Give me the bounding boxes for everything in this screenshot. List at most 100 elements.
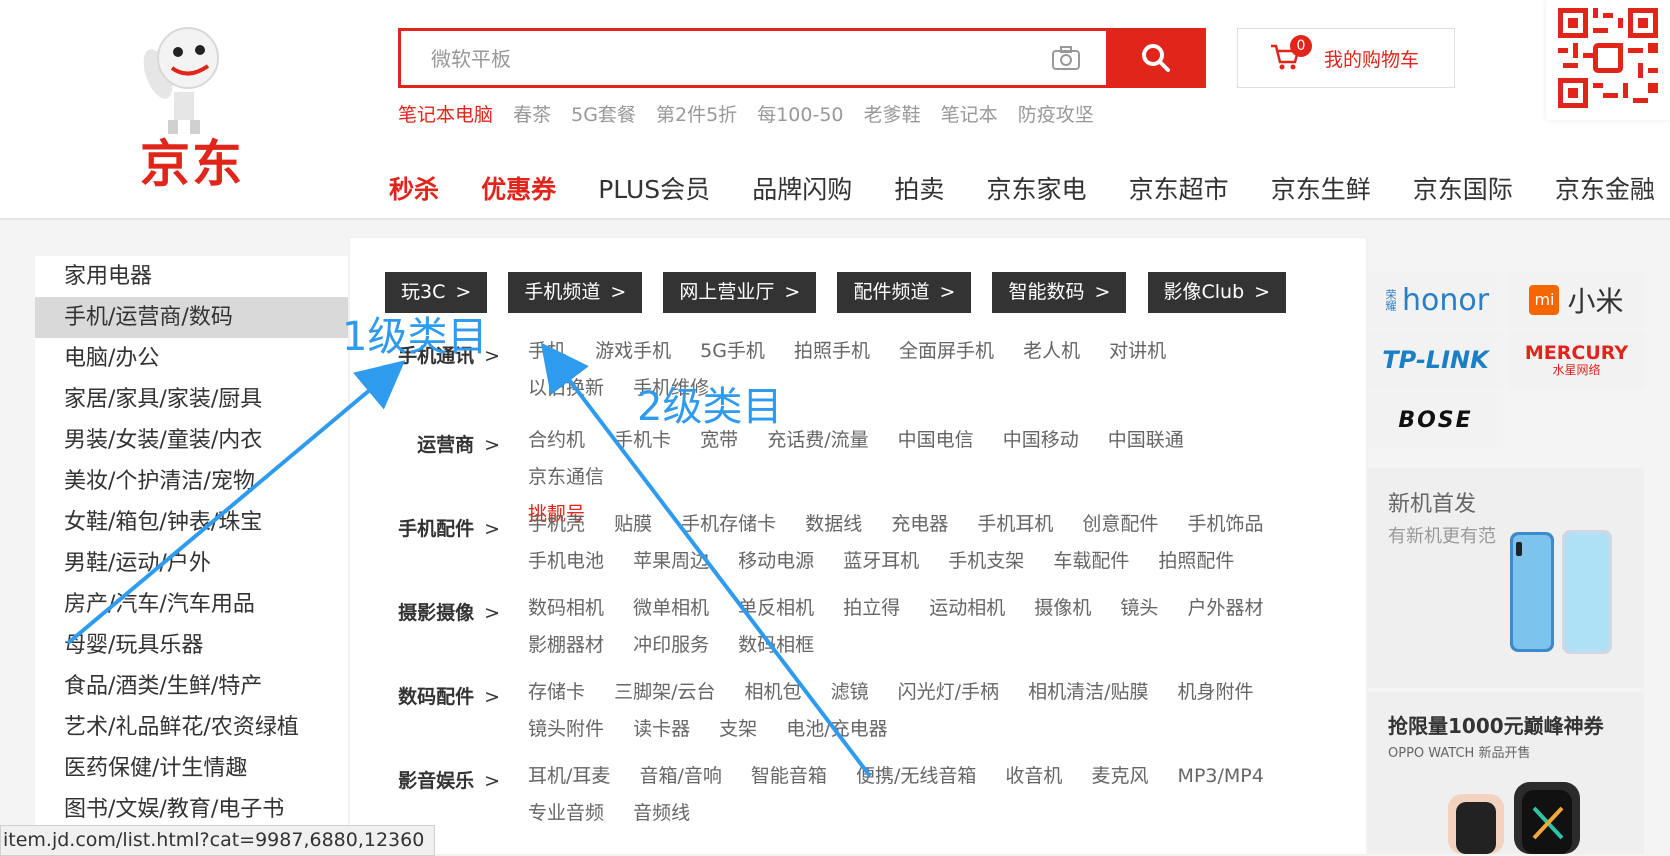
subcategory-link[interactable]: 游戏手机 [595, 340, 671, 362]
subcategory-link[interactable]: 收音机 [1005, 765, 1062, 787]
subcategory-link[interactable]: 中国电信 [898, 429, 974, 451]
subcategory-link[interactable]: 存储卡 [528, 681, 585, 703]
promo-banner-oppo-watch[interactable]: 抢限量1000元巅峰神券 OPPO WATCH 新品开售 [1368, 692, 1644, 854]
subcategory-link[interactable]: MP3/MP4 [1178, 765, 1264, 787]
subcategory-link[interactable]: 拍立得 [843, 597, 900, 619]
promo-banner-new-phone[interactable]: 新机首发 有新机更有范 [1368, 468, 1644, 688]
subcategory-link[interactable]: 车载配件 [1053, 550, 1129, 572]
subcategory-link[interactable]: 摄像机 [1034, 597, 1091, 619]
camera-icon[interactable] [1051, 45, 1081, 71]
subcategory-link[interactable]: 手机电池 [528, 550, 604, 572]
subcategory-link[interactable]: 手机支架 [948, 550, 1024, 572]
subcategory-link[interactable]: 创意配件 [1082, 513, 1158, 535]
hot-word[interactable]: 春茶 [513, 104, 551, 126]
subcategory-link[interactable]: 音频线 [633, 802, 690, 824]
search-button[interactable] [1106, 28, 1206, 88]
subcategory-link[interactable]: 滤镜 [831, 681, 869, 703]
subcategory-link[interactable]: 充话费/流量 [767, 429, 868, 451]
hot-word[interactable]: 笔记本电脑 [398, 104, 493, 126]
subcategory-link[interactable]: 音箱/音响 [639, 765, 721, 787]
subcategory-link[interactable]: 合约机 [528, 429, 585, 451]
subcategory-link[interactable]: 老人机 [1023, 340, 1080, 362]
channel-tab[interactable]: 网上营业厅 > [663, 272, 817, 313]
subcategory-link[interactable]: 中国移动 [1003, 429, 1079, 451]
nav-item-appliances[interactable]: 京东家电 [986, 175, 1086, 204]
subcategory-link[interactable]: 手机壳 [528, 513, 585, 535]
nav-item-seckill[interactable]: 秒杀 [389, 175, 439, 204]
brand-logo-xiaomi[interactable]: mi 小米 [1509, 272, 1644, 328]
sidebar-item[interactable]: 电脑/办公 [35, 338, 348, 379]
hot-word[interactable]: 笔记本 [941, 104, 998, 126]
subcategory-link[interactable]: 镜头 [1120, 597, 1158, 619]
subcategory-link[interactable]: 数据线 [805, 513, 862, 535]
nav-item-finance[interactable]: 京东金融 [1555, 175, 1655, 204]
subcategory-link[interactable]: 充电器 [891, 513, 948, 535]
brand-logo-tplink[interactable]: TP-LINK [1368, 332, 1503, 388]
subcategory-link[interactable]: 拍照手机 [794, 340, 870, 362]
sidebar-item[interactable]: 母婴/玩具乐器 [35, 625, 348, 666]
subcategory-link[interactable]: 冲印服务 [633, 634, 709, 656]
nav-item-coupon[interactable]: 优惠券 [481, 175, 556, 204]
subcategory-link[interactable]: 手机饰品 [1187, 513, 1263, 535]
subcategory-link[interactable]: 中国联通 [1108, 429, 1184, 451]
nav-item-auction[interactable]: 拍卖 [894, 175, 944, 204]
sidebar-item[interactable]: 美妆/个护清洁/宠物 [35, 461, 348, 502]
brand-logo-honor[interactable]: 荣耀 honor [1368, 272, 1503, 328]
subcategory-link[interactable]: 贴膜 [614, 513, 652, 535]
sidebar-item[interactable]: 家用电器 [35, 256, 348, 297]
subcategory-link[interactable]: 蓝牙耳机 [843, 550, 919, 572]
channel-tab[interactable]: 智能数码 > [992, 272, 1127, 313]
subcategory-link[interactable]: 苹果周边 [633, 550, 709, 572]
subcategory-link[interactable]: 闪光灯/手柄 [898, 681, 999, 703]
subcategory-link[interactable]: 读卡器 [633, 718, 690, 740]
category-title[interactable]: 运营商 > [350, 430, 500, 457]
subcategory-link[interactable]: 便携/无线音箱 [856, 765, 976, 787]
subcategory-link[interactable]: 镜头附件 [528, 718, 604, 740]
nav-item-plus[interactable]: PLUS会员 [598, 175, 710, 204]
nav-item-supermarket[interactable]: 京东超市 [1129, 175, 1229, 204]
subcategory-link[interactable]: 户外器材 [1187, 597, 1263, 619]
category-title[interactable]: 数码配件 > [350, 682, 500, 709]
sidebar-item[interactable]: 医药保健/计生情趣 [35, 748, 348, 789]
nav-item-international[interactable]: 京东国际 [1413, 175, 1513, 204]
subcategory-link[interactable]: 京东通信 [528, 466, 604, 488]
subcategory-link[interactable]: 单反相机 [738, 597, 814, 619]
sidebar-item[interactable]: 房产/汽车/汽车用品 [35, 584, 348, 625]
sidebar-item[interactable]: 女鞋/箱包/钟表/珠宝 [35, 502, 348, 543]
channel-tab[interactable]: 影像Club > [1147, 272, 1287, 313]
category-title[interactable]: 手机配件 > [350, 514, 500, 541]
subcategory-link[interactable]: 相机清洁/贴膜 [1028, 681, 1148, 703]
search-input[interactable] [401, 31, 1073, 87]
subcategory-link[interactable]: 相机包 [745, 681, 802, 703]
category-title[interactable]: 影音娱乐 > [350, 766, 500, 793]
category-title[interactable]: 摄影摄像 > [350, 598, 500, 625]
sidebar-item[interactable]: 图书/文娱/教育/电子书 [35, 789, 348, 830]
hot-word[interactable]: 5G套餐 [571, 104, 636, 126]
subcategory-link[interactable]: 5G手机 [700, 340, 765, 362]
sidebar-item[interactable]: 男装/女装/童装/内衣 [35, 420, 348, 461]
subcategory-link[interactable]: 以旧换新 [528, 377, 604, 399]
subcategory-link[interactable]: 全面屏手机 [899, 340, 994, 362]
sidebar-item-active[interactable]: 手机/运营商/数码 [35, 297, 348, 338]
subcategory-link[interactable]: 机身附件 [1178, 681, 1254, 703]
sidebar-item[interactable]: 艺术/礼品鲜花/农资绿植 [35, 707, 348, 748]
channel-tab[interactable]: 手机频道 > [508, 272, 643, 313]
nav-item-fresh[interactable]: 京东生鲜 [1271, 175, 1371, 204]
subcategory-link[interactable]: 手机存储卡 [681, 513, 776, 535]
subcategory-link[interactable]: 支架 [719, 718, 757, 740]
channel-tab[interactable]: 配件频道 > [837, 272, 972, 313]
subcategory-link[interactable]: 运动相机 [929, 597, 1005, 619]
subcategory-link[interactable]: 拍照配件 [1158, 550, 1234, 572]
sidebar-item[interactable]: 食品/酒类/生鲜/特产 [35, 666, 348, 707]
subcategory-link[interactable]: 手机卡 [614, 429, 671, 451]
hot-word[interactable]: 老爹鞋 [864, 104, 921, 126]
subcategory-link[interactable]: 专业音频 [528, 802, 604, 824]
subcategory-link[interactable]: 智能音箱 [751, 765, 827, 787]
subcategory-link[interactable]: 移动电源 [738, 550, 814, 572]
subcategory-link[interactable]: 微单相机 [633, 597, 709, 619]
brand-logo-mercury[interactable]: MERCURY 水星网络 [1509, 332, 1644, 388]
hot-word[interactable]: 第2件5折 [656, 104, 737, 126]
subcategory-link[interactable]: 数码相框 [738, 634, 814, 656]
hot-word[interactable]: 防疫攻坚 [1018, 104, 1094, 126]
subcategory-link[interactable]: 三脚架/云台 [614, 681, 715, 703]
